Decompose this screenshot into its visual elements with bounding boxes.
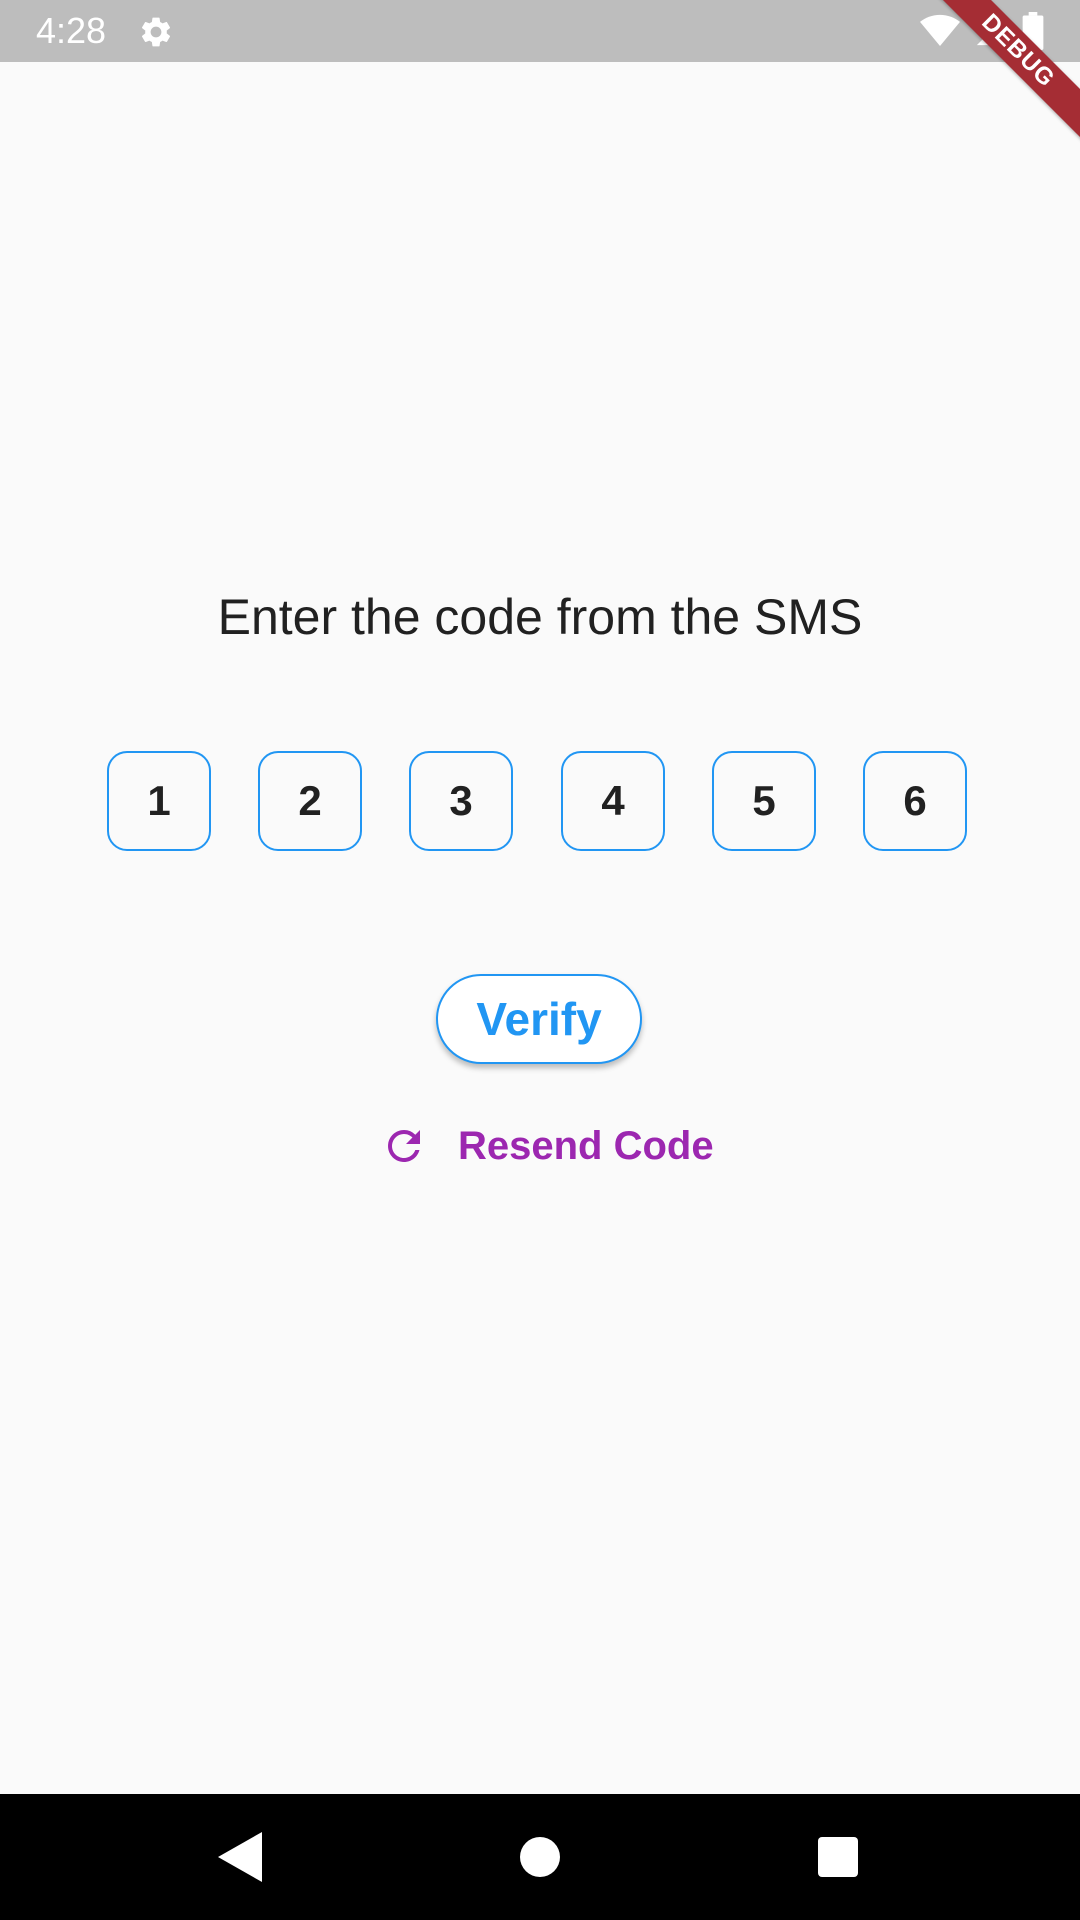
- battery-icon: [1022, 12, 1044, 50]
- recents-button[interactable]: [808, 1827, 868, 1887]
- back-icon: [218, 1832, 262, 1882]
- code-digit-field[interactable]: 2: [258, 751, 362, 851]
- code-digit-field[interactable]: 3: [409, 751, 513, 851]
- status-bar: 4:28: [0, 0, 1080, 62]
- refresh-icon: [388, 1130, 420, 1162]
- verify-button[interactable]: Verify: [436, 974, 642, 1064]
- code-input-row: 1 2 3 4 5 6: [107, 751, 973, 855]
- page-title: Enter the code from the SMS: [217, 589, 863, 645]
- resend-code-label: Resend Code: [458, 1123, 714, 1168]
- home-button[interactable]: [510, 1827, 570, 1887]
- status-time: 4:28: [36, 10, 107, 51]
- back-button[interactable]: [210, 1827, 270, 1887]
- code-digit-field[interactable]: 1: [107, 751, 211, 851]
- wifi-icon: [920, 14, 960, 47]
- resend-code-button[interactable]: Resend Code: [380, 1118, 714, 1174]
- recents-icon: [818, 1837, 858, 1877]
- navigation-bar: [0, 1794, 1080, 1920]
- home-icon: [520, 1837, 560, 1877]
- code-digit-field[interactable]: 6: [863, 751, 967, 851]
- code-digit-field[interactable]: 5: [712, 751, 816, 851]
- settings-icon: [141, 17, 171, 47]
- sms-verification-screen: 4:28 DEBUG Enter the code from the SMS 1…: [0, 0, 1080, 1920]
- status-icons: [920, 12, 1044, 50]
- signal-icon: [976, 16, 1006, 46]
- code-digit-field[interactable]: 4: [561, 751, 665, 851]
